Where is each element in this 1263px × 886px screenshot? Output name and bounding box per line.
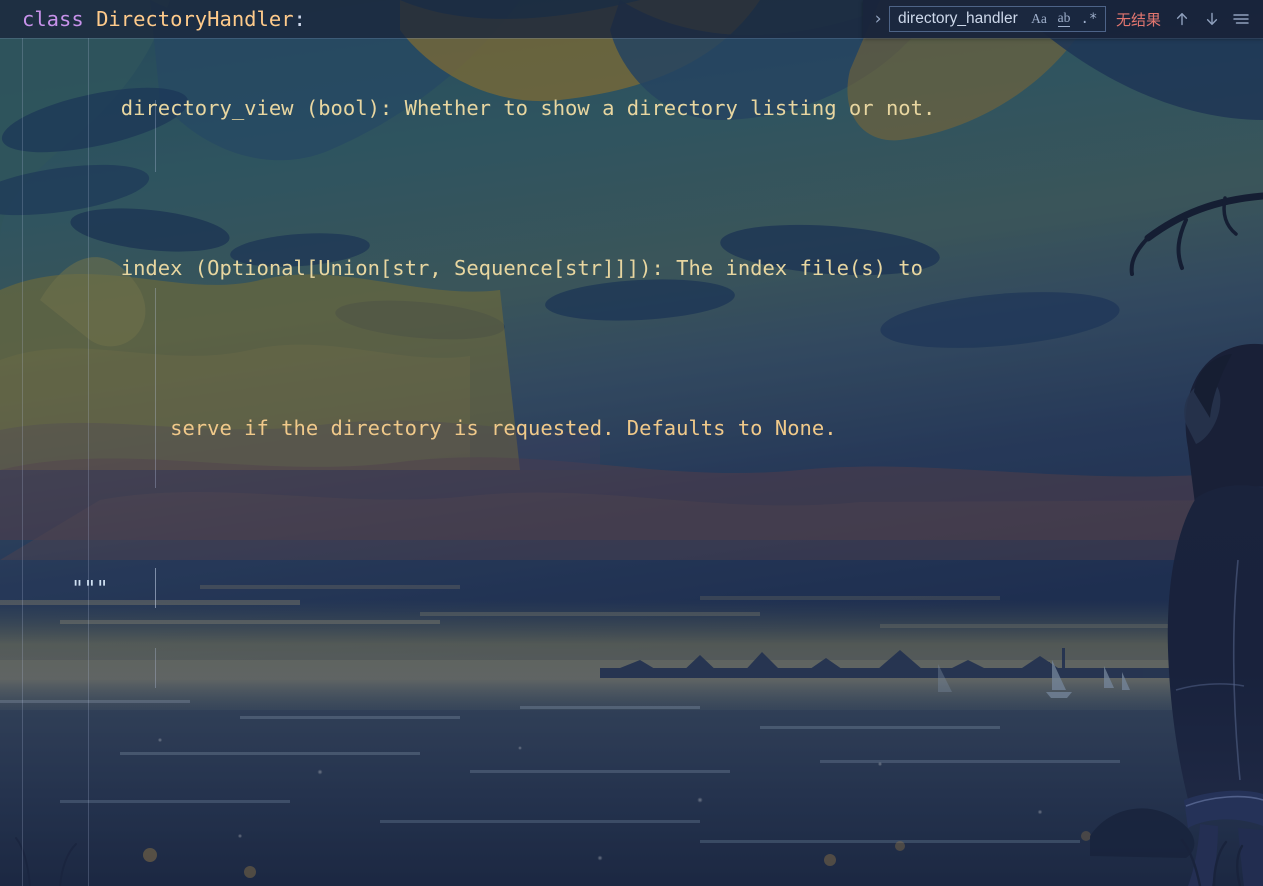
sticky-keyword: class	[22, 7, 97, 31]
find-input-container[interactable]: Aa ab .*	[888, 6, 1106, 32]
find-menu-icon[interactable]	[1227, 4, 1255, 34]
code-line-text: directory_view (bool): Whether to show a…	[22, 96, 936, 120]
code-line[interactable]: directory_view (bool): Whether to show a…	[0, 88, 1263, 128]
vertical-scrollbar[interactable]	[1249, 38, 1263, 886]
sticky-colon: :	[293, 7, 306, 31]
whole-word-glyph: ab	[1057, 10, 1071, 27]
whole-word-icon[interactable]: ab	[1052, 8, 1076, 30]
code-line[interactable]: """	[0, 568, 1263, 608]
find-widget[interactable]: › Aa ab .* 无结果	[862, 0, 1263, 38]
search-input[interactable]	[897, 10, 1026, 28]
code-line-text: serve if the directory is requested. Def…	[22, 416, 837, 440]
find-next-icon[interactable]	[1197, 4, 1227, 34]
use-regex-icon[interactable]: .*	[1077, 8, 1101, 30]
find-previous-icon[interactable]	[1167, 4, 1197, 34]
code-line[interactable]	[0, 728, 1263, 768]
toggle-replace-icon[interactable]: ›	[867, 4, 889, 34]
code-line-text: index (Optional[Union[str, Sequence[str]…	[22, 256, 923, 280]
match-case-icon[interactable]: Aa	[1027, 8, 1051, 30]
code-editor-surface[interactable]: directory_view (bool): Whether to show a…	[0, 0, 1263, 886]
find-result-status: 无结果	[1115, 11, 1161, 29]
code-line-text: """	[22, 576, 109, 600]
code-line[interactable]: serve if the directory is requested. Def…	[0, 408, 1263, 448]
code-line[interactable]: index (Optional[Union[str, Sequence[str]…	[0, 248, 1263, 288]
sticky-class-name: DirectoryHandler	[96, 7, 294, 31]
code-content[interactable]: directory_view (bool): Whether to show a…	[0, 0, 1263, 886]
